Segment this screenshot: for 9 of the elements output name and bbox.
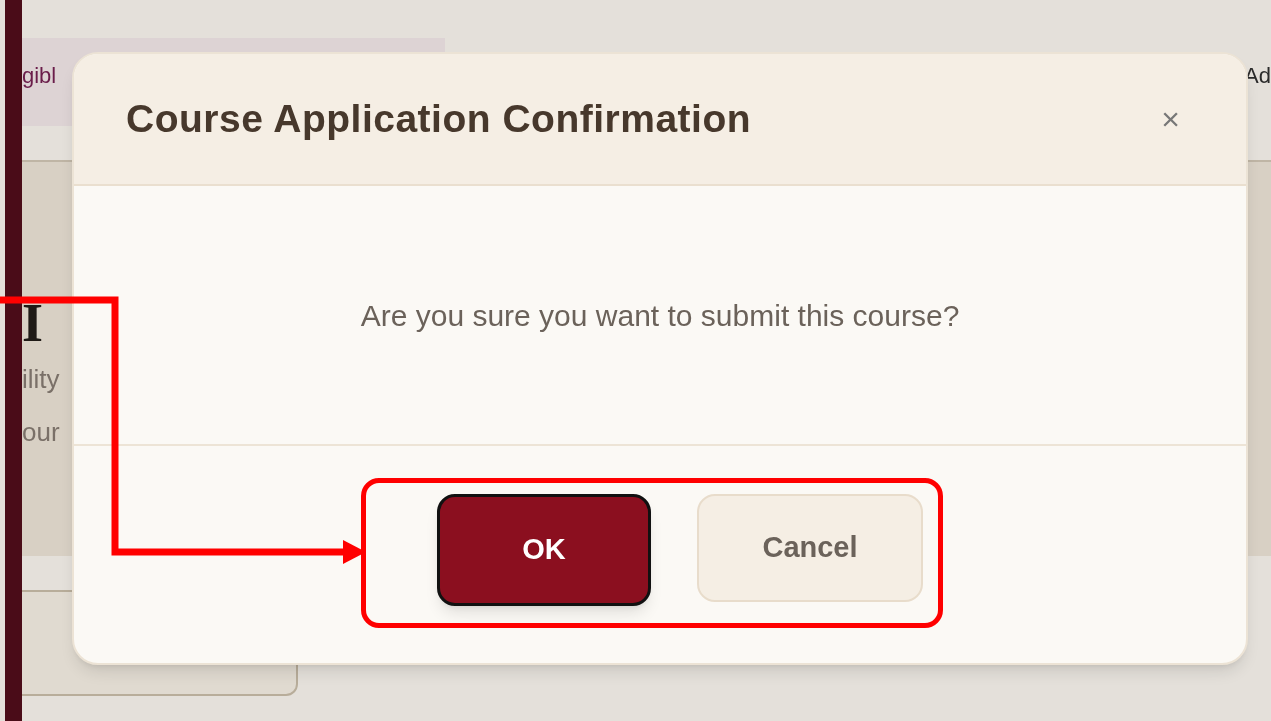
dialog-title: Course Application Confirmation (126, 95, 752, 142)
dialog-message: Are you sure you want to submit this course? (360, 297, 960, 334)
ok-button[interactable]: OK (437, 494, 651, 606)
close-button[interactable]: × (1161, 103, 1180, 135)
card-text: our (22, 416, 60, 449)
tab-label[interactable]: gibl (22, 58, 57, 106)
heading-text: I (22, 296, 43, 350)
cancel-button[interactable]: Cancel (697, 494, 923, 602)
card-text: ility (22, 363, 60, 396)
